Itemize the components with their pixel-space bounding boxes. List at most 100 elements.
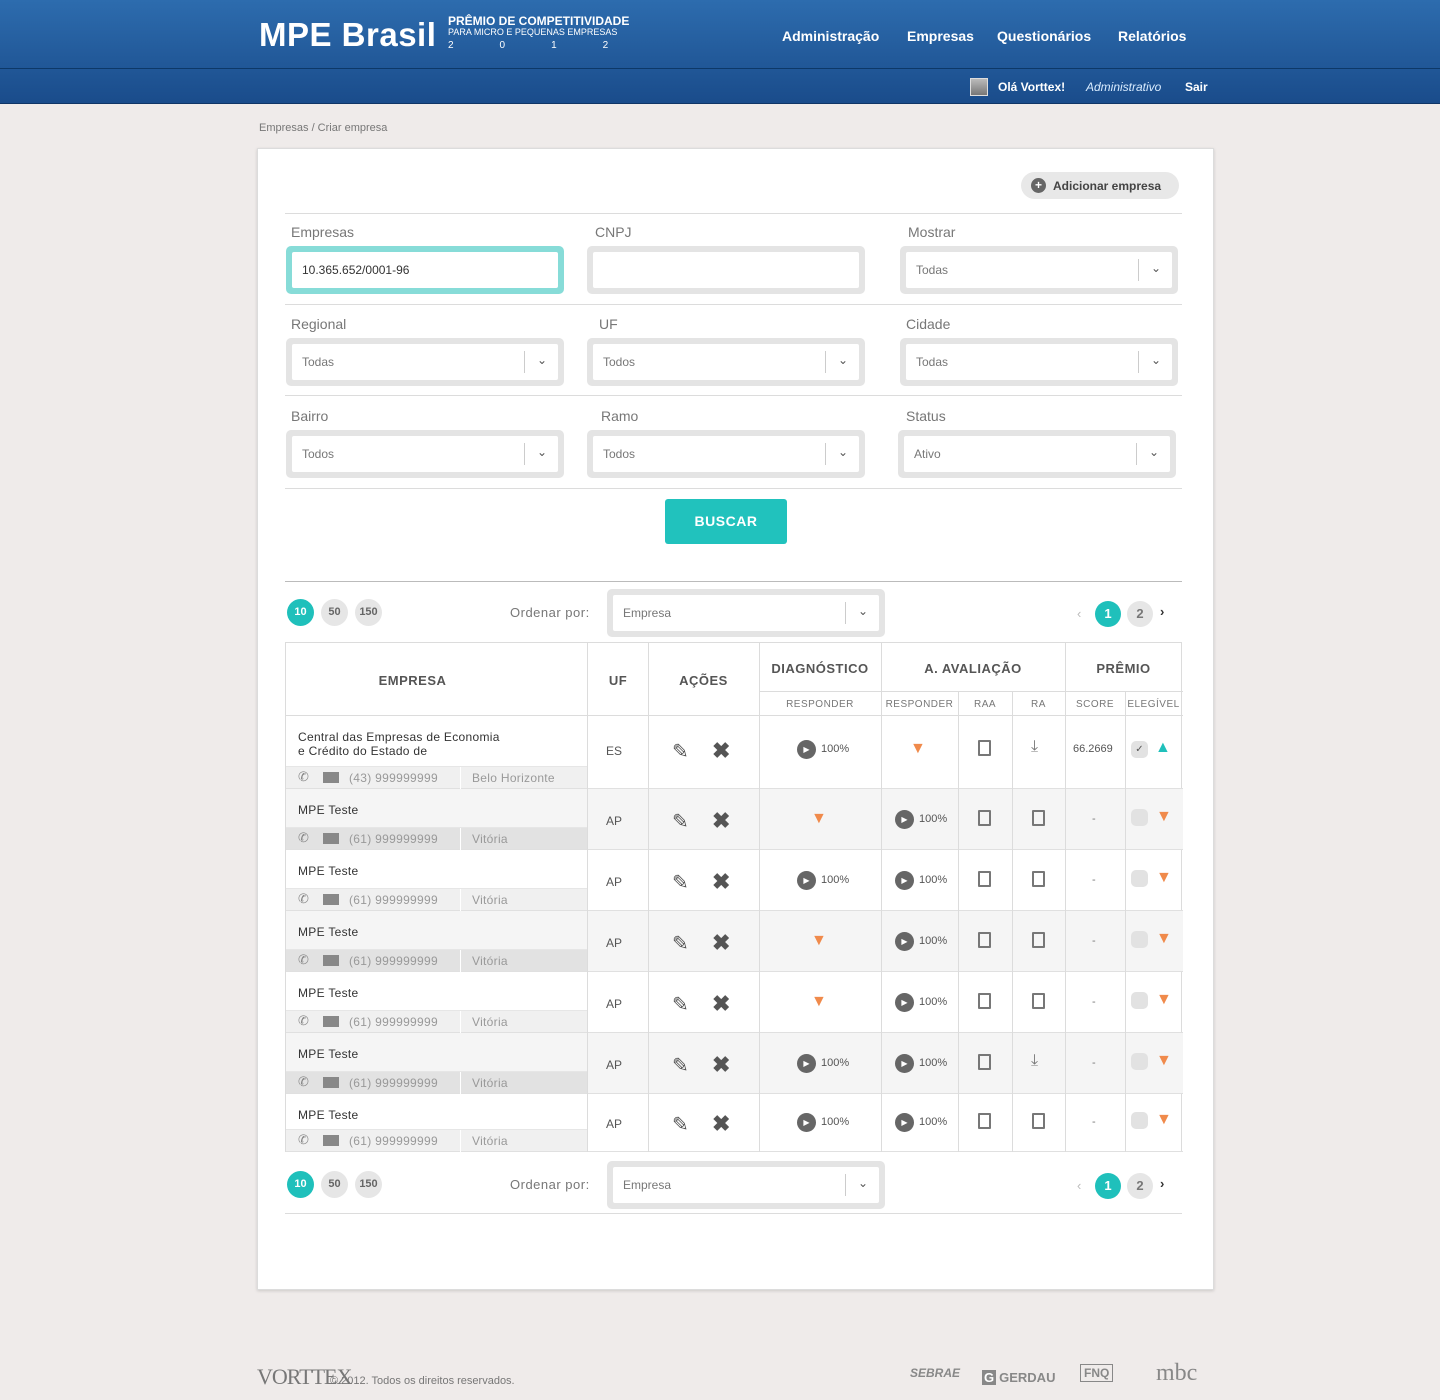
company-name[interactable]: MPE Teste	[298, 986, 359, 1000]
phone-icon[interactable]: ✆	[298, 769, 309, 785]
phone-icon[interactable]: ✆	[298, 1013, 309, 1029]
filter-cidade-select[interactable]: Todas ⌄	[900, 338, 1178, 386]
thumb-down-icon[interactable]: ▼	[1156, 869, 1172, 887]
email-icon[interactable]	[323, 833, 339, 844]
thumb-down-icon[interactable]: ▼	[811, 810, 827, 828]
chevron-down-icon[interactable]: ⌄	[537, 445, 547, 459]
edit-icon[interactable]: ✎	[672, 1053, 689, 1078]
phone-icon[interactable]: ✆	[298, 891, 309, 907]
thumb-up-icon[interactable]: ▲	[1155, 739, 1171, 757]
document-icon[interactable]	[1032, 1113, 1045, 1129]
phone-icon[interactable]: ✆	[298, 1132, 309, 1148]
company-name[interactable]: Central das Empresas de Economia e Crédit…	[298, 730, 500, 758]
chevron-left-icon[interactable]: ‹	[1077, 606, 1081, 621]
play-icon[interactable]: ▶	[895, 993, 914, 1012]
edit-icon[interactable]: ✎	[672, 870, 689, 895]
edit-icon[interactable]: ✎	[672, 931, 689, 956]
email-icon[interactable]	[323, 894, 339, 905]
thumb-down-icon[interactable]: ▼	[1156, 1052, 1172, 1070]
col-uf[interactable]: UF	[587, 673, 649, 688]
filter-uf-select[interactable]: Todos ⌄	[587, 338, 865, 386]
filter-empresas-field[interactable]: 10.365.652/0001-96	[286, 246, 564, 294]
thumb-down-icon[interactable]: ▼	[1156, 930, 1172, 948]
per-page-150[interactable]: 150	[355, 599, 382, 626]
thumb-down-icon[interactable]: ▼	[1156, 808, 1172, 826]
company-name[interactable]: MPE Teste	[298, 803, 359, 817]
filter-mostrar-select[interactable]: Todas ⌄	[900, 246, 1178, 294]
delete-icon[interactable]: ✖	[712, 1111, 730, 1137]
chevron-down-icon[interactable]: ⌄	[838, 445, 848, 459]
document-icon[interactable]	[978, 740, 991, 756]
thumb-down-icon[interactable]: ▼	[811, 932, 827, 950]
thumb-down-icon[interactable]: ▼	[1156, 1111, 1172, 1129]
eligible-checkbox[interactable]: ✓	[1131, 741, 1148, 758]
play-icon[interactable]: ▶	[895, 1113, 914, 1132]
filter-empresas-input[interactable]: 10.365.652/0001-96	[292, 252, 558, 288]
document-icon[interactable]	[978, 871, 991, 887]
delete-icon[interactable]: ✖	[712, 991, 730, 1017]
nav-relatorios[interactable]: Relatórios	[1118, 28, 1186, 44]
filter-cnpj-field[interactable]	[587, 246, 865, 294]
document-icon[interactable]	[1032, 810, 1045, 826]
eligible-checkbox[interactable]	[1131, 1112, 1148, 1129]
per-page-50[interactable]: 50	[321, 599, 348, 626]
company-name[interactable]: MPE Teste	[298, 864, 359, 878]
eligible-checkbox[interactable]	[1131, 992, 1148, 1009]
chevron-down-icon[interactable]: ⌄	[858, 604, 868, 618]
company-name[interactable]: MPE Teste	[298, 1047, 359, 1061]
filter-bairro-select[interactable]: Todos ⌄	[286, 430, 564, 478]
filter-ramo-select[interactable]: Todos ⌄	[587, 430, 865, 478]
page-2[interactable]: 2	[1127, 601, 1153, 627]
download-icon[interactable]: ⤓	[1031, 1052, 1038, 1070]
delete-icon[interactable]: ✖	[712, 930, 730, 956]
edit-icon[interactable]: ✎	[672, 739, 689, 764]
chevron-down-icon[interactable]: ⌄	[858, 1176, 868, 1190]
play-icon[interactable]: ▶	[895, 810, 914, 829]
play-icon[interactable]: ▶	[895, 871, 914, 890]
filter-cnpj-input[interactable]	[593, 252, 859, 288]
phone-icon[interactable]: ✆	[298, 1074, 309, 1090]
play-icon[interactable]: ▶	[797, 1113, 816, 1132]
document-icon[interactable]	[978, 932, 991, 948]
chevron-down-icon[interactable]: ⌄	[537, 353, 547, 367]
filter-status-select[interactable]: Ativo ⌄	[898, 430, 1176, 478]
play-icon[interactable]: ▶	[797, 740, 816, 759]
nav-empresas[interactable]: Empresas	[907, 28, 974, 44]
company-name[interactable]: MPE Teste	[298, 1108, 359, 1122]
email-icon[interactable]	[323, 772, 339, 783]
document-icon[interactable]	[978, 1054, 991, 1070]
per-page-10[interactable]: 10	[287, 599, 314, 626]
document-icon[interactable]	[1032, 871, 1045, 887]
download-icon[interactable]: ⤓	[1031, 738, 1038, 756]
logout-link[interactable]: Sair	[1185, 80, 1208, 94]
company-name[interactable]: MPE Teste	[298, 925, 359, 939]
thumb-down-icon[interactable]: ▼	[1156, 991, 1172, 1009]
chevron-left-icon[interactable]: ‹	[1077, 1178, 1081, 1193]
page-2-bottom[interactable]: 2	[1127, 1173, 1153, 1199]
edit-icon[interactable]: ✎	[672, 809, 689, 834]
sebrae-logo[interactable]: SEBRAE	[910, 1366, 960, 1380]
play-icon[interactable]: ▶	[797, 871, 816, 890]
chevron-down-icon[interactable]: ⌄	[1151, 353, 1161, 367]
chevron-down-icon[interactable]: ⌄	[1151, 261, 1161, 275]
page-1-bottom[interactable]: 1	[1095, 1173, 1121, 1199]
delete-icon[interactable]: ✖	[712, 738, 730, 764]
eligible-checkbox[interactable]	[1131, 870, 1148, 887]
add-company-button[interactable]: + Adicionar empresa	[1021, 172, 1179, 199]
search-button[interactable]: BUSCAR	[665, 499, 787, 544]
email-icon[interactable]	[323, 1016, 339, 1027]
edit-icon[interactable]: ✎	[672, 992, 689, 1017]
per-page-10-bottom[interactable]: 10	[287, 1171, 314, 1198]
per-page-150-bottom[interactable]: 150	[355, 1171, 382, 1198]
thumb-down-icon[interactable]: ▼	[811, 993, 827, 1011]
app-logo[interactable]: MPE Brasil	[259, 16, 436, 54]
col-empresa[interactable]: EMPRESA	[286, 673, 539, 688]
play-icon[interactable]: ▶	[895, 1054, 914, 1073]
fnq-logo[interactable]: FNQ	[1080, 1364, 1114, 1382]
document-icon[interactable]	[978, 1113, 991, 1129]
document-icon[interactable]	[1032, 993, 1045, 1009]
breadcrumb[interactable]: Empresas / Criar empresa	[259, 122, 387, 134]
delete-icon[interactable]: ✖	[712, 1052, 730, 1078]
chevron-down-icon[interactable]: ⌄	[838, 353, 848, 367]
delete-icon[interactable]: ✖	[712, 808, 730, 834]
